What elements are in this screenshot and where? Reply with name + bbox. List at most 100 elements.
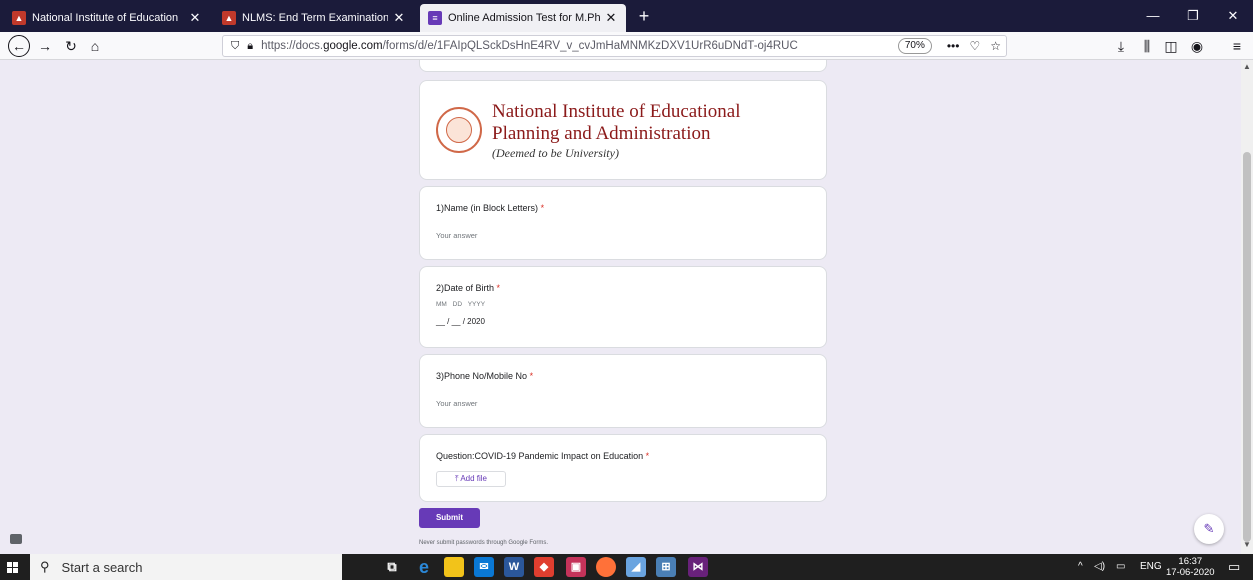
tab-title: Online Admission Test for M.Ph — [448, 12, 600, 24]
account-icon[interactable]: ◉ — [1186, 35, 1208, 57]
vertical-scrollbar[interactable]: ▲ ▼ — [1241, 60, 1253, 554]
required-mark: * — [496, 283, 501, 293]
search-placeholder: Start a search — [61, 559, 143, 575]
question-text: 1)Name (in Block Letters) — [436, 203, 539, 213]
file-explorer-icon[interactable] — [444, 557, 464, 577]
date-format-labels: MM DD YYYY — [436, 301, 486, 308]
windows-logo-icon — [6, 561, 18, 573]
form-header-card: National Institute of Educational Planni… — [419, 80, 827, 180]
browser-tab-strip: ▲ National Institute of Education ✕ ▲ NL… — [0, 0, 1253, 32]
minimize-button[interactable]: — — [1133, 0, 1173, 32]
add-file-button[interactable]: ⤒ Add file — [436, 471, 506, 487]
google-forms-icon: ≡ — [428, 11, 442, 25]
scrollbar-thumb[interactable] — [1243, 152, 1251, 542]
url-path: /forms/d/e/1FAIpQLSckDsHnE4RV_v_cvJmHaMN… — [382, 40, 798, 52]
visual-studio-icon[interactable]: ⋈ — [688, 557, 708, 577]
back-arrow-icon[interactable]: ← — [8, 35, 30, 57]
shield-icon[interactable]: ⛉ — [231, 40, 239, 53]
volume-icon[interactable]: ◁) — [1094, 554, 1105, 580]
question-title: Question:COVID-19 Pandemic Impact on Edu… — [436, 451, 649, 461]
tab-online-admission-test[interactable]: ≡ Online Admission Test for M.Ph ✕ — [420, 4, 626, 32]
sidebar-icon[interactable]: ◫ — [1160, 35, 1182, 57]
tab-niepa[interactable]: ▲ National Institute of Education ✕ — [4, 4, 210, 32]
edge-icon[interactable]: e — [414, 557, 434, 577]
taskbar-clock[interactable]: 16:37 17-06-2020 — [1166, 556, 1215, 578]
question-text: Question:COVID-19 Pandemic Impact on Edu… — [436, 451, 644, 461]
network-tray-icon[interactable]: ▭ — [1116, 554, 1125, 580]
library-icon[interactable]: ⫼ — [1136, 35, 1158, 57]
url-prefix: https://docs. — [261, 40, 324, 52]
upload-icon: ⤒ — [454, 474, 459, 483]
institute-name-line1: National Institute of Educational — [492, 100, 741, 122]
question-card-phone: 3)Phone No/Mobile No * Your answer — [419, 354, 827, 428]
word-icon[interactable]: W — [504, 557, 524, 577]
bookmark-star-icon[interactable]: ☆ — [990, 39, 1001, 53]
date-of-birth-input[interactable]: __ / __ / 2020 — [436, 317, 485, 326]
institute-name-line2: Planning and Administration — [492, 122, 711, 144]
navigation-toolbar: ← → ↻ ⌂ ⛉ 🔒︎ https://docs.google.com/for… — [0, 32, 1253, 60]
address-bar[interactable]: ⛉ 🔒︎ https://docs.google.com/forms/d/e/1… — [222, 35, 1007, 57]
phone-input[interactable]: Your answer — [436, 399, 477, 408]
question-text: 3)Phone No/Mobile No — [436, 371, 528, 381]
url-domain: google.com — [323, 40, 383, 52]
mail-icon[interactable]: ✉ — [474, 557, 494, 577]
scroll-up-arrow-icon[interactable]: ▲ — [1241, 62, 1253, 74]
forward-arrow-icon[interactable]: → — [34, 35, 56, 57]
question-title: 2)Date of Birth * — [436, 283, 500, 293]
app-blue-icon[interactable]: ◢ — [626, 557, 646, 577]
submit-button[interactable]: Submit — [419, 508, 480, 528]
notifications-icon[interactable]: ▭ — [1228, 554, 1240, 580]
question-card-covid: Question:COVID-19 Pandemic Impact on Edu… — [419, 434, 827, 502]
tab-title: National Institute of Education — [32, 12, 179, 24]
required-mark: * — [540, 203, 545, 213]
tab-nlms[interactable]: ▲ NLMS: End Term Examinations ✕ — [214, 4, 414, 32]
close-icon[interactable]: ✕ — [188, 10, 202, 26]
scroll-down-arrow-icon[interactable]: ▼ — [1241, 540, 1253, 552]
task-view-icon[interactable]: ⧉ — [382, 557, 402, 577]
pocket-icon[interactable]: ♡ — [969, 39, 980, 53]
required-mark: * — [645, 451, 650, 461]
taskbar-search[interactable]: ⚲ Start a search — [30, 554, 342, 580]
reload-icon[interactable]: ↻ — [60, 35, 82, 57]
question-text: 2)Date of Birth — [436, 283, 495, 293]
add-file-label: Add file — [460, 474, 487, 483]
page-viewport: National Institute of Educational Planni… — [0, 60, 1253, 554]
question-card-dob: 2)Date of Birth * MM DD YYYY __ / __ / 2… — [419, 266, 827, 348]
clock-time: 16:37 — [1178, 556, 1203, 567]
windows-taskbar: ⚲ Start a search ⧉ e ✉ W ◆ ▣ ◢ ⊞ ⋈ ^ ◁) … — [0, 554, 1253, 580]
niepa-logo-icon: ▲ — [12, 11, 26, 25]
app-red-icon[interactable]: ◆ — [534, 557, 554, 577]
page-actions-icon[interactable]: ••• — [947, 39, 960, 53]
required-mark: * — [529, 371, 534, 381]
close-icon[interactable]: ✕ — [604, 10, 618, 26]
network-app-icon[interactable]: ⊞ — [656, 557, 676, 577]
new-tab-button[interactable]: + — [632, 4, 656, 28]
niepa-logo-icon: ▲ — [222, 11, 236, 25]
menu-icon[interactable]: ≡ — [1226, 35, 1248, 57]
window-close-button[interactable]: ✕ — [1213, 0, 1253, 32]
maximize-button[interactable]: ❐ — [1173, 0, 1213, 32]
institute-subtitle: (Deemed to be University) — [492, 145, 619, 160]
language-indicator[interactable]: ENG — [1140, 554, 1162, 580]
never-submit-passwords-note: Never submit passwords through Google Fo… — [419, 540, 549, 546]
edit-pencil-icon[interactable]: ✎ — [1194, 514, 1224, 544]
niepa-seal-logo — [436, 107, 482, 153]
app-pink-icon[interactable]: ▣ — [566, 557, 586, 577]
start-button[interactable] — [0, 554, 24, 580]
question-card-name: 1)Name (in Block Letters) * Your answer — [419, 186, 827, 260]
institute-name: National Institute of Educational Planni… — [492, 101, 741, 160]
name-input[interactable]: Your answer — [436, 231, 477, 240]
firefox-icon[interactable] — [596, 557, 616, 577]
feedback-icon[interactable] — [10, 534, 22, 544]
zoom-level-badge[interactable]: 70% — [897, 38, 932, 54]
downloads-icon[interactable]: ⤓ — [1110, 35, 1132, 57]
home-icon[interactable]: ⌂ — [84, 35, 106, 57]
url-text[interactable]: https://docs.google.com/forms/d/e/1FAIpQ… — [261, 40, 888, 52]
tab-title: NLMS: End Term Examinations — [242, 12, 388, 24]
clock-date: 17-06-2020 — [1166, 567, 1215, 578]
search-icon: ⚲ — [40, 559, 50, 574]
question-title: 3)Phone No/Mobile No * — [436, 371, 533, 381]
close-icon[interactable]: ✕ — [392, 10, 406, 26]
lock-icon[interactable]: 🔒︎ — [247, 40, 253, 53]
tray-up-arrow-icon[interactable]: ^ — [1078, 554, 1083, 580]
